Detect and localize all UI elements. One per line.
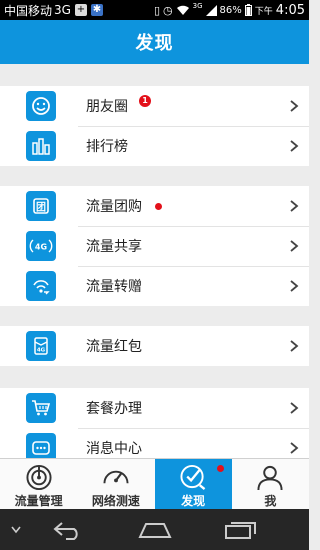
bottom-tab-bar: 流量管理 网络测速 发现 我 <box>0 458 309 509</box>
gift-transfer-icon <box>26 271 56 301</box>
new-dot <box>216 465 224 472</box>
list-item-moments[interactable]: 朋友圈 1 <box>0 86 309 126</box>
plus-notification-icon: + <box>74 4 87 16</box>
chevron-right-icon <box>290 402 299 414</box>
list-item-messages[interactable]: 消息中心 <box>0 428 309 458</box>
list-item-label: 流量团购 <box>86 199 142 215</box>
app-header: 发现 <box>0 20 309 64</box>
list-item-label: 朋友圈 <box>86 99 128 115</box>
discover-icon <box>180 464 206 490</box>
chevron-right-icon <box>290 240 299 252</box>
battery-icon <box>244 4 252 16</box>
group-account: 套餐办理 消息中心 <box>0 388 309 458</box>
battery-percent: 86% <box>219 4 242 16</box>
list-item-label: 套餐办理 <box>86 401 142 417</box>
tab-label: 发现 <box>181 494 206 508</box>
recent-apps-icon[interactable] <box>224 520 258 540</box>
smiley-icon <box>26 91 56 121</box>
wifi-icon <box>176 5 189 15</box>
vibrate-icon: ▯ <box>153 3 161 17</box>
group-data-services: 团 流量团购 4G 流量共享 流量转赠 <box>0 186 309 306</box>
signal-type-label: 3G <box>192 2 203 10</box>
discover-list: 朋友圈 1 排行榜 团 流量团购 4G 流量共享 流量转赠 4G 流量红包 套餐… <box>0 64 309 458</box>
list-item-group-buy[interactable]: 团 流量团购 <box>0 186 309 226</box>
status-right: ▯ ◷ 3G 86% 下午 4:05 <box>153 2 305 18</box>
red-envelope-icon: 4G <box>26 331 56 361</box>
home-icon[interactable] <box>138 521 172 539</box>
chevron-right-icon <box>290 140 299 152</box>
chevron-right-icon <box>290 200 299 212</box>
signal-icon <box>205 4 217 16</box>
back-icon[interactable] <box>52 520 84 540</box>
list-item-label: 排行榜 <box>86 139 128 155</box>
message-icon <box>26 433 56 458</box>
list-item-label: 流量红包 <box>86 339 142 355</box>
tab-speed-test[interactable]: 网络测速 <box>77 459 154 509</box>
tab-label: 网络测速 <box>91 494 140 508</box>
chevron-right-icon <box>290 340 299 352</box>
svg-text:4G: 4G <box>37 348 46 354</box>
speedometer-icon <box>103 470 129 484</box>
svg-text:4G: 4G <box>35 243 47 252</box>
alarm-icon: ◷ <box>163 3 173 17</box>
ampm-label: 下午 <box>254 6 273 17</box>
svg-text:团: 团 <box>36 202 46 214</box>
tab-data-management[interactable]: 流量管理 <box>0 459 77 509</box>
clock: 4:05 <box>275 2 305 18</box>
network-type-label: 3G <box>54 3 71 17</box>
tab-me[interactable]: 我 <box>232 459 309 509</box>
list-item-red-envelope[interactable]: 4G 流量红包 <box>0 326 309 366</box>
4g-share-icon: 4G <box>26 231 56 261</box>
app-notification-icon: ✱ <box>90 4 103 16</box>
data-usage-icon <box>26 464 52 491</box>
group-buy-icon: 团 <box>26 191 56 221</box>
person-icon <box>257 465 283 491</box>
carrier-label: 中国移动 <box>4 3 53 18</box>
group-red-envelope: 4G 流量红包 <box>0 326 309 366</box>
list-item-plan[interactable]: 套餐办理 <box>0 388 309 428</box>
group-social: 朋友圈 1 排行榜 <box>0 86 309 166</box>
chevron-right-icon <box>290 280 299 292</box>
list-item-share[interactable]: 4G 流量共享 <box>0 226 309 266</box>
list-item-label: 流量转赠 <box>86 279 142 295</box>
status-bar: 中国移动 3G + ✱ ▯ ◷ 3G 86% 下午 4:05 <box>0 0 309 20</box>
tab-label: 我 <box>264 494 277 508</box>
ranking-icon <box>26 131 56 161</box>
new-dot <box>155 203 162 210</box>
cart-icon <box>26 393 56 423</box>
chevron-right-icon <box>290 442 299 454</box>
notification-badge: 1 <box>139 95 151 107</box>
list-item-label: 流量共享 <box>86 239 142 255</box>
tab-discover[interactable]: 发现 <box>154 459 232 509</box>
hide-keyboard-icon[interactable] <box>10 525 22 535</box>
system-nav-bar <box>0 509 309 550</box>
page-title: 发现 <box>135 33 174 54</box>
list-item-ranking[interactable]: 排行榜 <box>0 126 309 166</box>
tab-label: 流量管理 <box>14 494 63 508</box>
chevron-right-icon <box>290 100 299 112</box>
list-item-transfer[interactable]: 流量转赠 <box>0 266 309 306</box>
list-item-label: 消息中心 <box>86 441 142 457</box>
